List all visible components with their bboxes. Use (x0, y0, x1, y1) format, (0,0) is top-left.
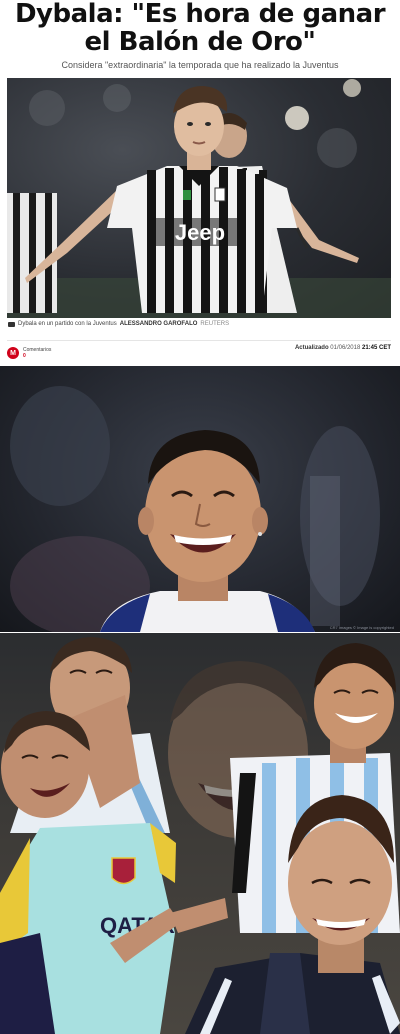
caption-credit: ALESSANDRO GAROFALO (119, 321, 198, 327)
updated-timestamp: Actualizado 01/06/2018 21:45 CET (295, 345, 391, 351)
brand-logo-icon[interactable]: M (7, 347, 19, 359)
photo-caption: Dybala en un partido con la Juventus ALE… (8, 321, 229, 327)
article-headline: Dybala: "Es hora de ganar el Balón de Or… (14, 0, 386, 57)
article-photo: Jeep (7, 78, 391, 318)
updated-label: Actualizado (294, 345, 329, 351)
article-meta-bar: M Comentarios 0 Actualizado 01/06/2018 2… (7, 340, 391, 364)
article-panel: Dybala: "Es hora de ganar el Balón de Or… (0, 0, 400, 364)
jeep-sponsor-text: Jeep (175, 220, 225, 245)
reaction-panel-laughing-closeup: CR7 Images © Image is copyrighted (0, 366, 400, 632)
article-subhead: Considera "extraordinaria" la temporada … (61, 60, 339, 70)
camera-icon (8, 321, 15, 327)
updated-date: 01/06/2018 (330, 345, 361, 351)
reaction-panel-laughing-collage: QATAR (0, 633, 400, 1034)
caption-credit-agency: REUTERS (200, 321, 230, 327)
updated-time: 21:45 CET (361, 345, 391, 351)
comments-count: 0 (23, 353, 26, 359)
image-watermark: CR7 Images © Image is copyrighted (329, 625, 394, 630)
comments-link[interactable]: Comentarios 0 (23, 347, 51, 359)
comments-label: Comentarios (23, 347, 52, 353)
caption-text: Dybala en un partido con la Juventus (18, 321, 117, 327)
